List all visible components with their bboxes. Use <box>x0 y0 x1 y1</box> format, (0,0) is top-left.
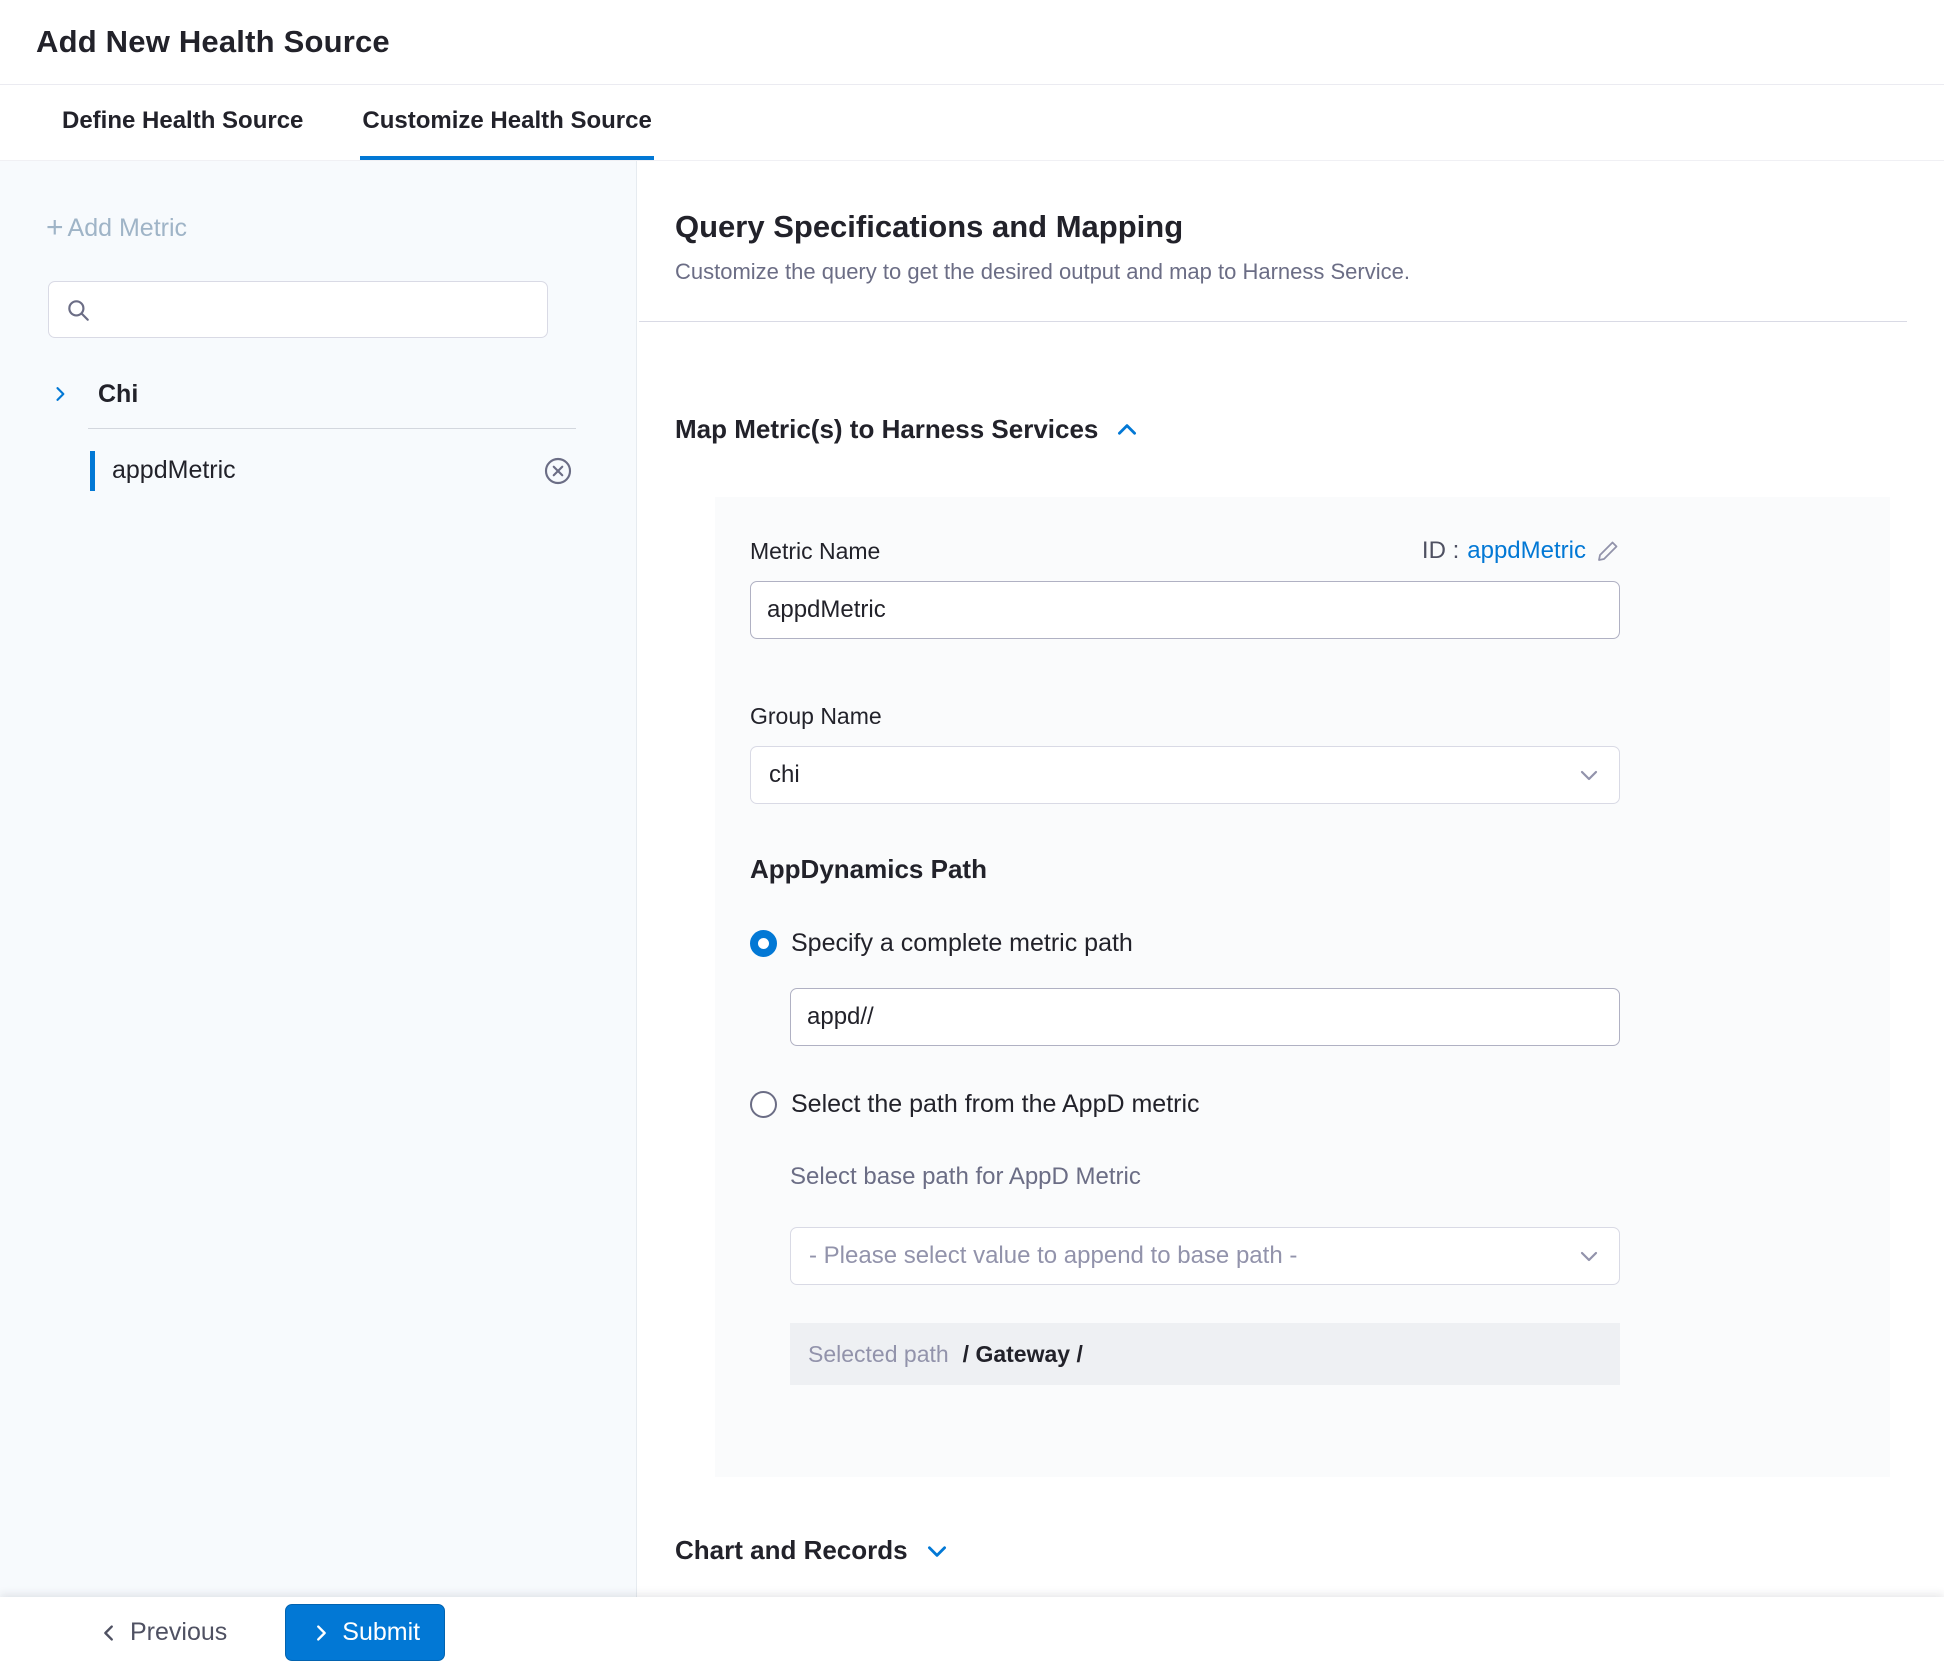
search-icon <box>65 297 91 323</box>
page-header: Add New Health Source <box>0 0 1944 85</box>
metric-name-label: Metric Name <box>750 538 880 565</box>
chevron-down-icon <box>924 1538 950 1564</box>
group-name-label: Group Name <box>750 703 1890 730</box>
previous-label: Previous <box>130 1618 227 1647</box>
chevron-down-icon <box>1577 763 1601 787</box>
group-name-select[interactable]: chi <box>750 746 1620 804</box>
map-metrics-panel: Metric Name ID : appdMetric Group Name c… <box>715 497 1890 1477</box>
tree-metric-label: appdMetric <box>112 456 542 485</box>
base-path-select[interactable]: - Please select value to append to base … <box>790 1227 1620 1285</box>
chevron-down-icon <box>1577 1244 1601 1268</box>
tab-customize-health-source[interactable]: Customize Health Source <box>360 85 653 160</box>
chart-and-records-toggle[interactable]: Chart and Records <box>675 1535 1944 1566</box>
add-metric-label: Add Metric <box>68 214 187 243</box>
metric-search <box>48 281 548 338</box>
chart-and-records-label: Chart and Records <box>675 1535 908 1566</box>
metric-name-row: Metric Name ID : appdMetric <box>750 537 1620 565</box>
radio-select-path[interactable]: Select the path from the AppD metric <box>750 1090 1890 1119</box>
search-input[interactable] <box>103 297 523 323</box>
edit-id-icon[interactable] <box>1596 539 1620 563</box>
base-path-label: Select base path for AppD Metric <box>790 1163 1890 1191</box>
group-name-value: chi <box>769 761 800 789</box>
wizard-footer: Previous Submit <box>0 1597 1944 1668</box>
divider <box>639 321 1907 322</box>
previous-button[interactable]: Previous <box>98 1618 227 1647</box>
tree-metric-appdmetric[interactable]: appdMetric <box>0 443 636 498</box>
map-metrics-section-toggle[interactable]: Map Metric(s) to Harness Services <box>675 414 1140 445</box>
submit-label: Submit <box>342 1618 420 1647</box>
add-metric-button[interactable]: + Add Metric <box>46 213 187 243</box>
metric-id-line: ID : appdMetric <box>1422 537 1620 565</box>
selected-path-value: / Gateway / <box>963 1341 1083 1368</box>
tab-label: Define Health Source <box>62 107 303 135</box>
wizard-tab-bar: Define Health Source Customize Health So… <box>0 85 1944 161</box>
tree-divider <box>88 428 576 429</box>
page-title: Add New Health Source <box>36 24 390 60</box>
metric-tree: Chi appdMetric <box>0 368 636 498</box>
selected-accent-bar <box>90 451 95 491</box>
tree-group-label: Chi <box>98 380 138 409</box>
base-path-placeholder: - Please select value to append to base … <box>809 1242 1297 1270</box>
tab-define-health-source[interactable]: Define Health Source <box>60 85 305 160</box>
appdynamics-path-heading: AppDynamics Path <box>750 854 1890 885</box>
query-spec-main: Query Specifications and Mapping Customi… <box>637 161 1944 1597</box>
radio-select-path-label: Select the path from the AppD metric <box>791 1090 1200 1119</box>
chevron-right-icon <box>50 384 70 404</box>
remove-metric-icon[interactable] <box>542 455 574 487</box>
tree-group-chi[interactable]: Chi <box>0 368 636 420</box>
complete-metric-path-input[interactable] <box>790 988 1620 1046</box>
tab-label: Customize Health Source <box>362 107 651 135</box>
chevron-left-icon <box>98 1622 120 1644</box>
section-title: Query Specifications and Mapping <box>675 209 1944 245</box>
metric-name-input[interactable] <box>750 581 1620 639</box>
section-subtitle: Customize the query to get the desired o… <box>675 259 1944 285</box>
selected-path-bar: Selected path / Gateway / <box>790 1323 1620 1385</box>
metrics-sidebar: + Add Metric Chi appdMetri <box>0 161 637 1597</box>
radio-complete-path[interactable]: Specify a complete metric path <box>750 929 1890 958</box>
content-area: + Add Metric Chi appdMetri <box>0 161 1944 1597</box>
submit-button[interactable]: Submit <box>285 1604 445 1661</box>
radio-unselected-icon[interactable] <box>750 1091 777 1118</box>
map-metrics-section-title: Map Metric(s) to Harness Services <box>675 414 1098 445</box>
plus-icon: + <box>46 213 64 243</box>
selected-path-label: Selected path <box>808 1341 949 1368</box>
radio-complete-path-label: Specify a complete metric path <box>791 929 1133 958</box>
chevron-right-icon <box>310 1622 332 1644</box>
id-value: appdMetric <box>1467 537 1586 565</box>
radio-selected-icon[interactable] <box>750 930 777 957</box>
chevron-up-icon <box>1114 417 1140 443</box>
id-prefix: ID : <box>1422 537 1459 565</box>
